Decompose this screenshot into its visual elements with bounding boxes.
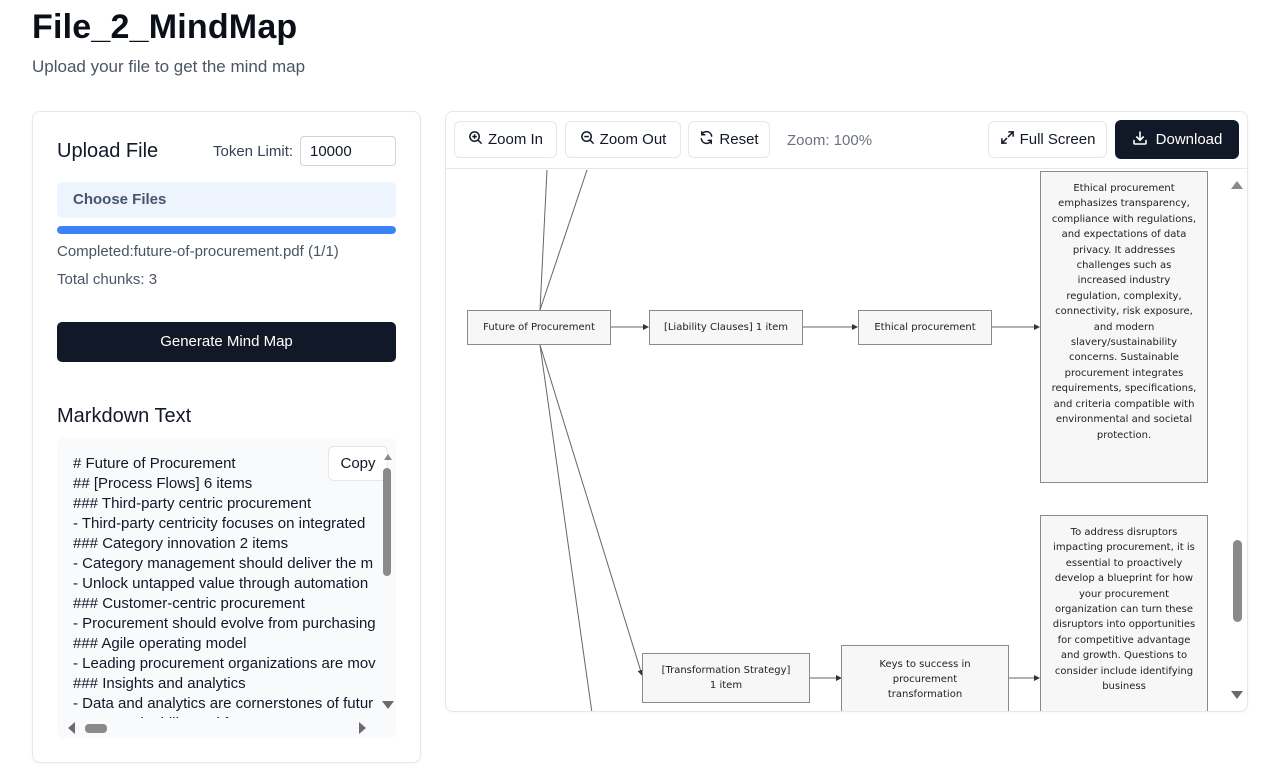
markdown-line: - Leading procurement organizations are … [73,655,376,672]
markdown-title: Markdown Text [57,405,192,427]
canvas-scroll-up-arrow[interactable] [1231,181,1243,189]
download-label: Download [1155,131,1223,148]
full-screen-label: Full Screen [1019,131,1096,148]
mindmap-node-liability[interactable]: [Liability Clauses] 1 item [649,310,803,345]
mindmap-node-keys-description[interactable]: To address disruptors impacting procurem… [1040,515,1208,711]
full-screen-button[interactable]: Full Screen [988,121,1107,158]
markdown-line: - Procurement should evolve from purchas… [73,615,376,632]
markdown-line: ### Insights and analytics [73,675,246,692]
canvas-scroll-down-arrow[interactable] [1231,691,1243,699]
zoom-in-icon [468,130,483,149]
page-title: File_2_MindMap [32,8,298,46]
markdown-line: ### Customer-centric procurement [73,595,305,612]
expand-icon [1000,130,1015,149]
edge-root-up-2 [539,170,588,311]
upload-status: Completed:future-of-procurement.pdf (1/1… [57,243,339,260]
download-icon [1132,130,1148,150]
scroll-right-arrow[interactable] [359,722,366,734]
zoom-in-label: Zoom In [487,131,544,148]
copy-button[interactable]: Copy [328,446,388,481]
canvas-scrollbar-thumb[interactable] [1233,540,1242,622]
edge-root-up-1 [539,170,548,311]
zoom-out-label: Zoom Out [599,131,667,148]
scroll-left-arrow[interactable] [68,722,75,734]
markdown-line: ### Third-party centric procurement [73,495,312,512]
zoom-level: Zoom: 100% [787,132,873,149]
edge-root-down-1 [539,344,644,676]
total-chunks: Total chunks: 3 [57,271,158,288]
refresh-icon [699,130,714,149]
markdown-line: ### Category innovation 2 items [73,535,289,552]
generate-mind-map-button[interactable]: Generate Mind Map [57,322,396,362]
markdown-line: - Unlock untapped value through automati… [73,575,369,592]
zoom-out-button[interactable]: Zoom Out [565,121,681,158]
scroll-down-arrow[interactable] [382,701,394,709]
choose-files-button[interactable]: Choose Files [57,182,396,218]
token-limit-label: Token Limit: [213,143,294,160]
mindmap-canvas[interactable]: Future of Procurement [Liability Clauses… [446,170,1231,711]
mindmap-toolbar: Zoom In Zoom Out Reset Zoom: 100% Full S… [446,112,1247,169]
mindmap-panel: Zoom In Zoom Out Reset Zoom: 100% Full S… [445,111,1248,712]
upload-panel: Upload File Token Limit: Choose Files Co… [32,111,421,763]
reset-button[interactable]: Reset [688,121,770,158]
mindmap-node-root[interactable]: Future of Procurement [467,310,611,345]
mindmap-node-ethical[interactable]: Ethical procurement [858,310,992,345]
markdown-line: - Category management should deliver the… [73,555,374,572]
markdown-line: ### Sustainability and f [73,714,379,718]
download-button[interactable]: Download [1115,120,1239,159]
markdown-line: ### Agile operating model [73,635,247,652]
markdown-line: - Data and analytics are cornerstones of… [73,695,374,712]
zoom-in-button[interactable]: Zoom In [454,121,557,158]
token-limit-input[interactable] [300,136,396,166]
scroll-up-arrow[interactable] [384,454,392,460]
page-subtitle: Upload your file to get the mind map [32,57,306,76]
mindmap-node-transformation[interactable]: [Transformation Strategy] 1 item [642,653,810,703]
upload-progress-bar [57,226,396,234]
mindmap-node-keys[interactable]: Keys to success in procurement transform… [841,645,1009,711]
markdown-content: # Future of Procurement ## [Process Flows… [73,454,379,718]
mindmap-node-ethical-description[interactable]: Ethical procurement emphasizes transpare… [1040,171,1208,483]
markdown-line: - Third-party centricity focuses on inte… [73,515,366,532]
zoom-out-icon [580,130,595,149]
reset-label: Reset [719,131,759,148]
markdown-textarea[interactable]: # Future of Procurement ## [Process Flows… [57,438,396,738]
upload-progress-fill [57,226,396,234]
upload-title: Upload File [57,140,159,162]
edge-root-down-2 [539,344,593,711]
vertical-scrollbar-thumb[interactable] [383,468,391,576]
horizontal-scrollbar-thumb[interactable] [85,724,107,733]
